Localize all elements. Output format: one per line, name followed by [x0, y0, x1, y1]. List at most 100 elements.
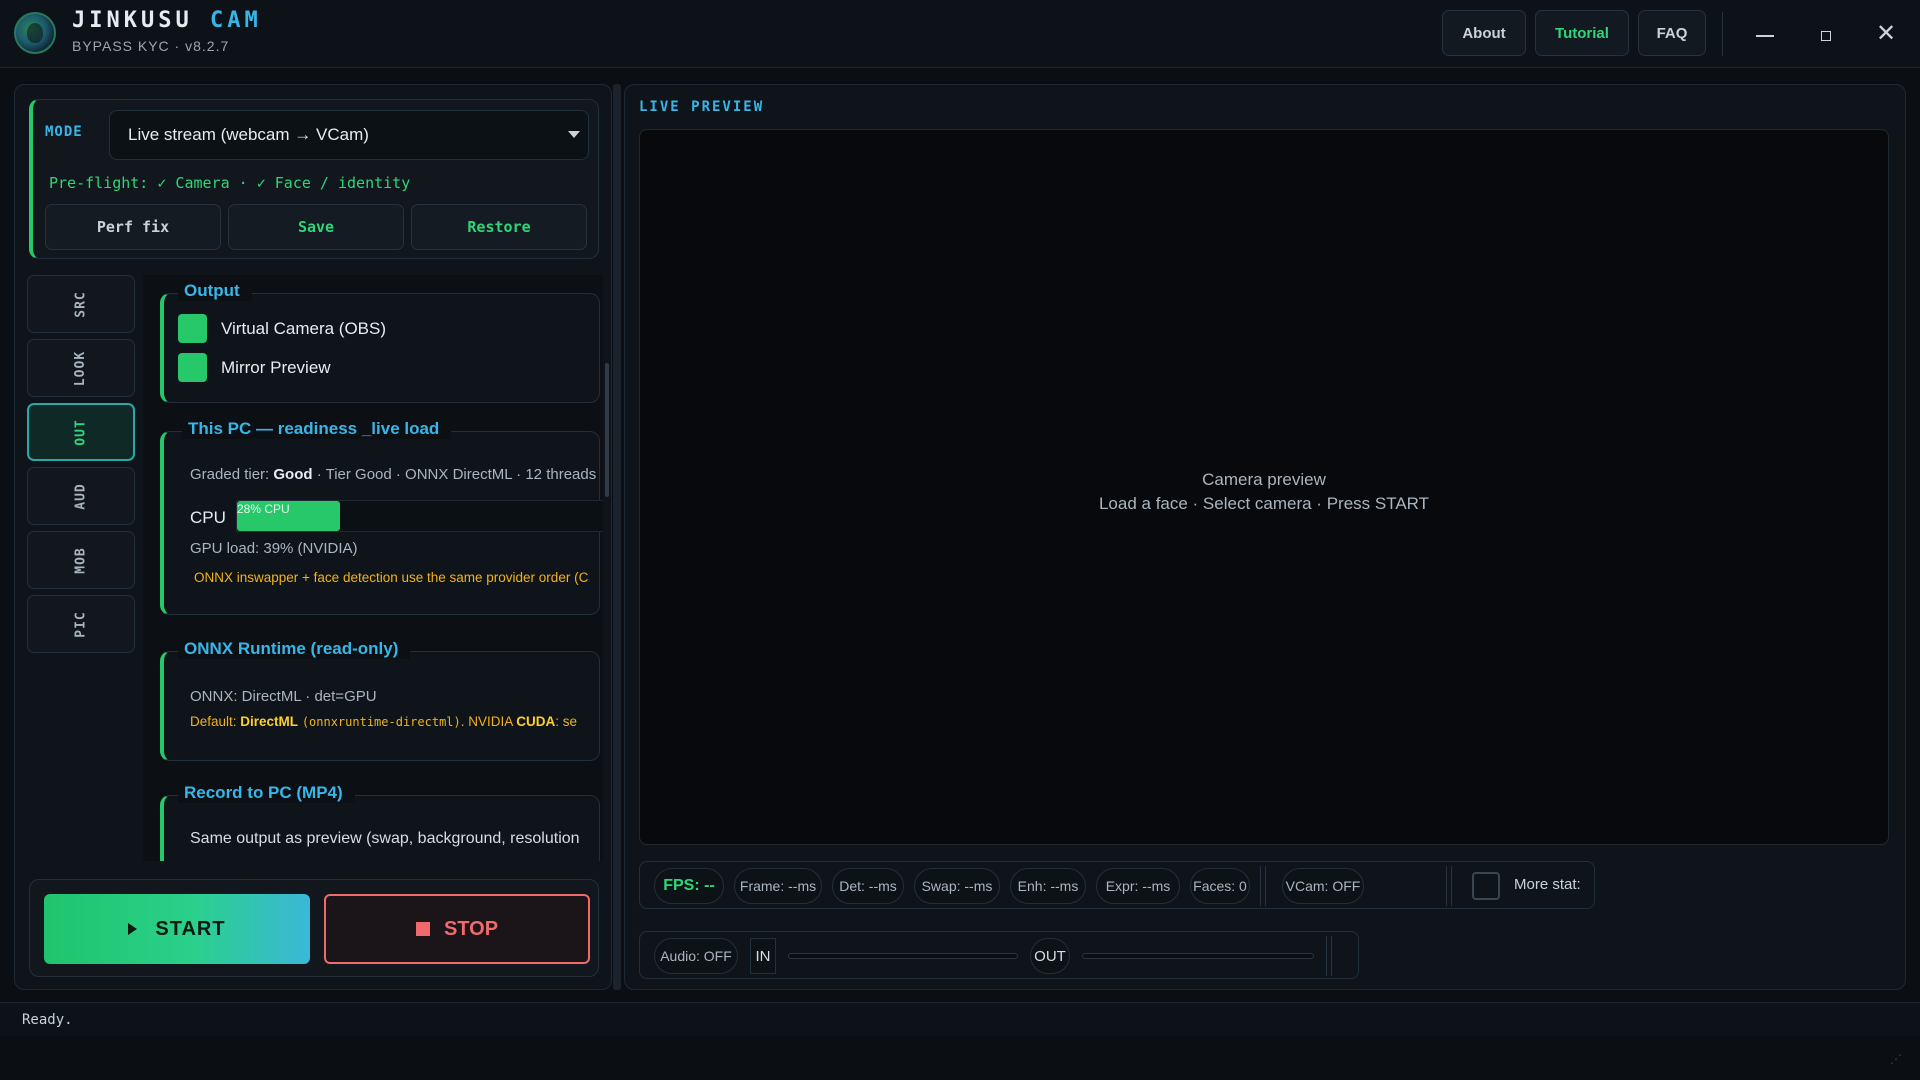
app-logo	[14, 12, 56, 54]
tab-pic[interactable]: PIC	[27, 595, 135, 653]
live-preview-label: LIVE PREVIEW	[639, 99, 765, 115]
vertical-scrollbar[interactable]	[605, 363, 609, 497]
tab-look[interactable]: LOOK	[27, 339, 135, 397]
fps-stat: FPS: --	[654, 868, 724, 904]
cpu-label: CPU	[190, 508, 226, 527]
record-description: Same output as preview (swap, background…	[190, 830, 580, 847]
more-stats-label: More stat:	[1514, 876, 1581, 893]
preview-hint: Load a face · Select camera · Press STAR…	[1098, 494, 1430, 513]
chevron-down-icon	[568, 131, 580, 138]
tutorial-button[interactable]: Tutorial	[1535, 10, 1629, 56]
more-stats-checkbox[interactable]	[1472, 872, 1500, 900]
control-panel: MODE Live stream (webcam → VCam) Pre-fli…	[14, 84, 612, 990]
frame-stat: Frame: --ms	[734, 868, 822, 904]
mirror-preview-label: Mirror Preview	[221, 357, 331, 377]
audio-in-meter	[788, 953, 1018, 959]
record-section: Record to PC (MP4) Same output as previe…	[160, 783, 600, 861]
app-title-accent: CAM	[209, 8, 262, 33]
virtual-camera-checkbox[interactable]	[178, 314, 207, 343]
audio-status: Audio: OFF	[654, 938, 738, 974]
tab-mob-label: MOB	[73, 546, 89, 574]
stats-separator	[1260, 866, 1266, 906]
audio-in-label: IN	[750, 938, 776, 974]
faces-stat: Faces: 0	[1190, 868, 1250, 904]
onnx-package: (onnxruntime-directml)	[301, 715, 461, 729]
panel-splitter[interactable]	[613, 84, 621, 990]
tab-out[interactable]: OUT	[27, 403, 135, 461]
close-icon: ✕	[1875, 19, 1897, 47]
tab-aud[interactable]: AUD	[27, 467, 135, 525]
output-title: Output	[178, 281, 252, 301]
cpu-meter-text: 28% CPU	[237, 502, 290, 516]
start-button[interactable]: START	[44, 894, 310, 964]
faq-button[interactable]: FAQ	[1638, 10, 1706, 56]
mode-select[interactable]: Live stream (webcam → VCam)	[109, 110, 589, 160]
audio-out-label: OUT	[1030, 938, 1070, 974]
graded-tier: Graded tier: Good · Tier Good · ONNX Dir…	[190, 466, 596, 483]
settings-scroll-area[interactable]: Output Virtual Camera (OBS) Mirror Previ…	[143, 275, 603, 861]
restore-button[interactable]: Restore	[411, 204, 587, 250]
onnx-nvidia-text: . NVIDIA	[460, 714, 517, 729]
action-card: START STOP	[29, 879, 599, 977]
mode-selected-value: Live stream (webcam → VCam)	[128, 125, 369, 144]
audio-out-meter	[1082, 953, 1314, 959]
readiness-title: This PC — readiness _live load	[182, 419, 452, 439]
mirror-preview-checkbox[interactable]	[178, 353, 207, 382]
minimize-icon	[1756, 35, 1774, 37]
app-title: JINKUSU CAM	[72, 8, 262, 33]
maximize-icon	[1821, 31, 1831, 41]
tab-src[interactable]: SRC	[27, 275, 135, 333]
det-stat: Det: --ms	[832, 868, 904, 904]
title-bar: JINKUSU CAM BYPASS KYC · v8.2.7 About Tu…	[0, 0, 1920, 68]
gpu-load: GPU load: 39% (NVIDIA)	[190, 540, 358, 557]
readiness-section: This PC — readiness _live load Graded ti…	[160, 419, 603, 615]
maximize-button[interactable]	[1808, 18, 1844, 48]
record-title: Record to PC (MP4)	[178, 783, 355, 803]
minimize-button[interactable]	[1747, 18, 1783, 48]
app-version: BYPASS KYC · v8.2.7	[72, 38, 230, 54]
preview-panel: LIVE PREVIEW Camera preview Load a face …	[624, 84, 1906, 990]
onnx-default-prefix: Default:	[190, 714, 241, 729]
output-section: Output Virtual Camera (OBS) Mirror Previ…	[160, 281, 600, 403]
tier-prefix: Graded tier:	[190, 466, 274, 483]
stop-button[interactable]: STOP	[324, 894, 590, 964]
status-text: Ready.	[22, 1012, 73, 1028]
preflight-status: Pre-flight: ✓ Camera · ✓ Face / identity	[49, 174, 411, 192]
onnx-cuda: CUDA	[516, 714, 556, 729]
save-button[interactable]: Save	[228, 204, 404, 250]
status-bar: Ready.	[0, 1002, 1920, 1036]
stats-separator	[1446, 866, 1452, 906]
mirror-preview-option[interactable]: Mirror Preview	[178, 353, 331, 382]
onnx-tail: : se	[555, 714, 578, 729]
onnx-default-info: Default: DirectML (onnxruntime-directml)…	[190, 714, 577, 729]
close-button[interactable]: ✕	[1868, 18, 1904, 48]
title-divider	[1722, 12, 1723, 56]
camera-preview: Camera preview Load a face · Select came…	[639, 129, 1889, 845]
enh-stat: Enh: --ms	[1010, 868, 1086, 904]
tab-src-label: SRC	[73, 290, 89, 318]
perf-fix-button[interactable]: Perf fix	[45, 204, 221, 250]
provider-warning: ONNX inswapper + face detection use the …	[194, 570, 589, 585]
app-title-main: JINKUSU	[72, 8, 193, 33]
about-button[interactable]: About	[1442, 10, 1526, 56]
start-label: START	[155, 917, 226, 940]
preview-title: Camera preview	[1202, 470, 1326, 489]
audio-separator	[1326, 936, 1332, 976]
tier-value: Good	[273, 466, 313, 483]
onnx-section: ONNX Runtime (read-only) ONNX: DirectML …	[160, 639, 600, 761]
tab-look-label: LOOK	[73, 350, 89, 386]
virtual-camera-option[interactable]: Virtual Camera (OBS)	[178, 314, 386, 343]
audio-bar: Audio: OFF IN OUT	[639, 931, 1359, 979]
tier-suffix: · Tier Good · ONNX DirectML · 12 threads	[312, 466, 597, 483]
stop-icon	[415, 922, 430, 936]
onnx-title: ONNX Runtime (read-only)	[178, 639, 411, 659]
expr-stat: Expr: --ms	[1096, 868, 1180, 904]
mode-label: MODE	[45, 124, 83, 140]
onnx-default-provider: DirectML	[240, 714, 299, 729]
stop-label: STOP	[443, 917, 499, 940]
resize-grip-icon[interactable]: ⋰	[1890, 1052, 1906, 1068]
onnx-status: ONNX: DirectML · det=GPU	[190, 688, 377, 705]
tab-mob[interactable]: MOB	[27, 531, 135, 589]
play-icon	[128, 923, 138, 935]
swap-stat: Swap: --ms	[914, 868, 1000, 904]
